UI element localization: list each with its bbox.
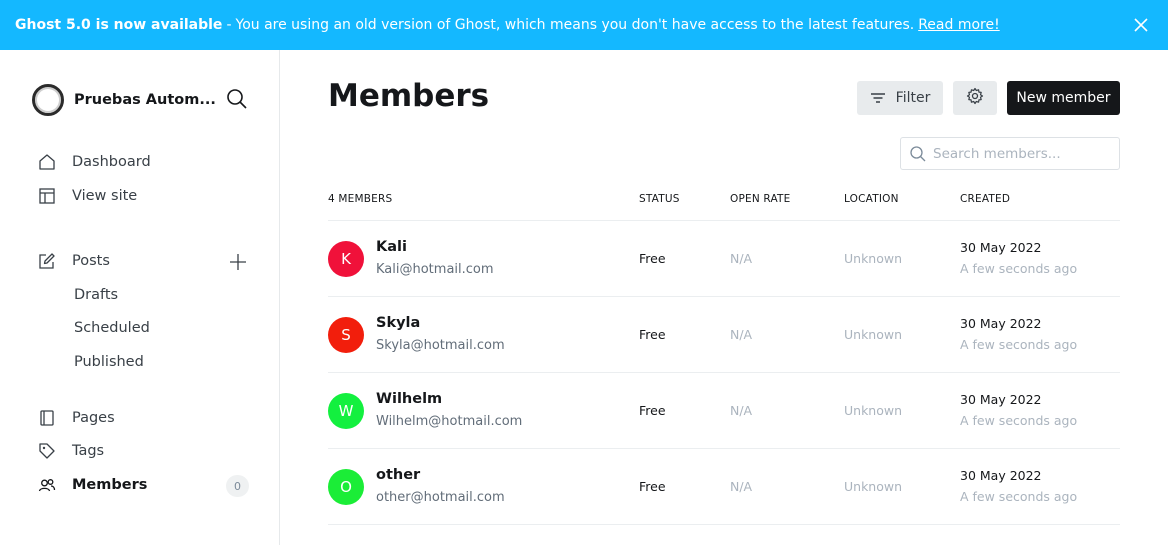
divider bbox=[328, 524, 1120, 525]
member-email: Kali@hotmail.com bbox=[376, 262, 494, 277]
member-created-date: 30 May 2022 bbox=[960, 240, 1042, 255]
member-created-ago: A few seconds ago bbox=[960, 489, 1078, 504]
gear-icon bbox=[966, 87, 984, 109]
member-status: Free bbox=[639, 479, 666, 494]
nav-pages[interactable]: Pages bbox=[38, 409, 115, 427]
site-title: Pruebas Autom... bbox=[74, 92, 216, 108]
member-status: Free bbox=[639, 327, 666, 342]
member-created-ago: A few seconds ago bbox=[960, 261, 1078, 276]
member-created-date: 30 May 2022 bbox=[960, 316, 1042, 331]
member-location: Unknown bbox=[844, 327, 903, 342]
filter-label: Filter bbox=[895, 90, 931, 106]
member-location: Unknown bbox=[844, 403, 903, 418]
nav-dashboard-label: Dashboard bbox=[72, 154, 151, 170]
sidebar: Pruebas Autom... Dashboard View site Pos… bbox=[0, 50, 280, 545]
nav-scheduled[interactable]: Scheduled bbox=[74, 320, 150, 336]
nav-members[interactable]: Members bbox=[38, 476, 147, 494]
member-created-ago: A few seconds ago bbox=[960, 413, 1078, 428]
member-open-rate: N/A bbox=[730, 479, 753, 494]
nav-posts[interactable]: Posts bbox=[38, 252, 110, 270]
avatar: K bbox=[328, 241, 364, 277]
column-header-location: LOCATION bbox=[844, 193, 899, 205]
member-row[interactable]: K Kali Kali@hotmail.com Free N/A Unknown… bbox=[328, 220, 1120, 296]
site-logo-icon bbox=[32, 84, 64, 116]
member-status: Free bbox=[639, 403, 666, 418]
member-open-rate: N/A bbox=[730, 251, 753, 266]
search-members-input[interactable] bbox=[933, 145, 1113, 162]
banner-read-more-link[interactable]: Read more! bbox=[918, 17, 1000, 33]
avatar: W bbox=[328, 393, 364, 429]
member-email: other@hotmail.com bbox=[376, 490, 505, 505]
member-row[interactable]: O other other@hotmail.com Free N/A Unkno… bbox=[328, 448, 1120, 524]
column-header-created: CREATED bbox=[960, 193, 1011, 205]
nav-members-label: Members bbox=[72, 477, 148, 493]
member-email: Wilhelm@hotmail.com bbox=[376, 414, 523, 429]
banner-message: You are using an old version of Ghost, w… bbox=[235, 17, 915, 33]
tag-icon bbox=[38, 442, 56, 460]
nav-tags-label: Tags bbox=[72, 443, 105, 459]
member-open-rate: N/A bbox=[730, 327, 753, 342]
new-member-button[interactable]: New member bbox=[1007, 81, 1120, 115]
search-members-box[interactable] bbox=[900, 137, 1120, 170]
nav-view-site-label: View site bbox=[72, 188, 138, 204]
avatar: S bbox=[328, 317, 364, 353]
layout-icon bbox=[38, 187, 56, 205]
site-brand[interactable]: Pruebas Autom... bbox=[32, 84, 216, 116]
filter-icon bbox=[870, 90, 886, 106]
close-icon[interactable] bbox=[1132, 16, 1150, 34]
member-open-rate: N/A bbox=[730, 403, 753, 418]
search-icon[interactable] bbox=[226, 88, 248, 110]
nav-view-site[interactable]: View site bbox=[38, 187, 137, 205]
page-title: Members bbox=[328, 78, 490, 114]
member-status: Free bbox=[639, 251, 666, 266]
nav-posts-label: Posts bbox=[72, 253, 110, 269]
column-header-open-rate: OPEN RATE bbox=[730, 193, 791, 205]
search-icon bbox=[909, 145, 927, 163]
update-banner: Ghost 5.0 is now available - You are usi… bbox=[0, 0, 1168, 50]
settings-button[interactable] bbox=[953, 81, 997, 115]
member-row[interactable]: S Skyla Skyla@hotmail.com Free N/A Unkno… bbox=[328, 296, 1120, 372]
member-name: Skyla bbox=[376, 315, 421, 331]
nav-tags[interactable]: Tags bbox=[38, 442, 104, 460]
member-email: Skyla@hotmail.com bbox=[376, 338, 505, 353]
member-created-date: 30 May 2022 bbox=[960, 468, 1042, 483]
member-name: Kali bbox=[376, 239, 407, 255]
member-created-ago: A few seconds ago bbox=[960, 337, 1078, 352]
nav-drafts[interactable]: Drafts bbox=[74, 287, 118, 303]
new-post-plus-icon[interactable] bbox=[228, 252, 248, 272]
avatar: O bbox=[328, 469, 364, 505]
member-location: Unknown bbox=[844, 251, 903, 266]
page-icon bbox=[38, 409, 56, 427]
banner-title: Ghost 5.0 is now available bbox=[15, 17, 223, 33]
house-icon bbox=[38, 153, 56, 171]
member-location: Unknown bbox=[844, 479, 903, 494]
members-count-badge: 0 bbox=[226, 475, 249, 497]
member-row[interactable]: W Wilhelm Wilhelm@hotmail.com Free N/A U… bbox=[328, 372, 1120, 448]
edit-icon bbox=[38, 252, 56, 270]
filter-button[interactable]: Filter bbox=[857, 81, 943, 115]
nav-dashboard[interactable]: Dashboard bbox=[38, 153, 151, 171]
nav-pages-label: Pages bbox=[72, 410, 115, 426]
member-created-date: 30 May 2022 bbox=[960, 392, 1042, 407]
nav-published[interactable]: Published bbox=[74, 354, 144, 370]
banner-separator: - bbox=[226, 17, 232, 33]
member-name: Wilhelm bbox=[376, 391, 443, 407]
members-icon bbox=[38, 476, 56, 494]
column-header-members: 4 MEMBERS bbox=[328, 193, 393, 205]
column-header-status: STATUS bbox=[639, 193, 680, 205]
member-name: other bbox=[376, 467, 421, 483]
